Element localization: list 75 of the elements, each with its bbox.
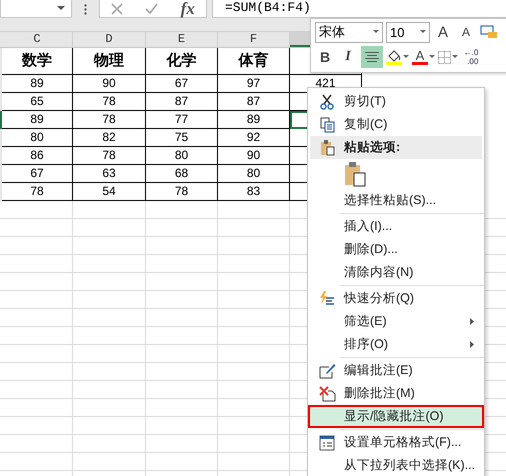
table-cell: 97 [218, 75, 290, 93]
menu-item[interactable]: 插入(I)... [310, 215, 482, 238]
caret-icon [373, 30, 379, 34]
table-cell: 77 [146, 111, 218, 129]
table-cell: 80 [146, 147, 218, 165]
table-cell: 89 [2, 75, 73, 93]
clipboard-icon [344, 161, 366, 187]
shrink-font-button[interactable]: A [456, 21, 476, 43]
menu-item[interactable]: 编辑批注(E) [310, 359, 482, 382]
table-cell: 80 [218, 165, 290, 183]
lightning-list-icon [319, 290, 335, 306]
table-cell: 90 [218, 147, 290, 165]
format-cells-icon [319, 434, 335, 450]
table-cell: 67 [146, 75, 218, 93]
table-cell: 92 [218, 129, 290, 147]
table-cell: 82 [73, 129, 146, 147]
grid-icon [438, 50, 451, 64]
paste-button[interactable] [344, 161, 366, 187]
insert-function-button[interactable]: fx [180, 0, 195, 18]
table-cell: 89 [2, 111, 73, 129]
menu-item[interactable]: 剪切(T) [310, 90, 482, 113]
table-cell: 65 [2, 93, 73, 111]
menu-item[interactable]: 显示/隐藏批注(O) [308, 405, 484, 428]
table-cell: 78 [73, 93, 146, 111]
menu-item[interactable]: 设置单元格格式(F)... [310, 431, 482, 454]
clipboard-icon [320, 139, 334, 156]
caret-icon [420, 30, 426, 34]
table-cell: 68 [146, 165, 218, 183]
table-cell: 78 [73, 147, 146, 165]
menu-header: 粘贴选项: [310, 136, 482, 159]
font-size-select[interactable]: 10 [386, 22, 430, 42]
column-heading: 数学 [2, 48, 73, 75]
paint-bucket-icon [387, 50, 401, 62]
caret-icon [429, 55, 435, 59]
font-color-button[interactable]: A [412, 46, 435, 68]
check-icon[interactable] [145, 3, 158, 14]
menu-item[interactable]: 快速分析(Q) [310, 287, 482, 310]
grip-icon [84, 4, 87, 15]
caret-icon [403, 55, 409, 59]
menu-item[interactable]: 复制(C) [310, 113, 482, 136]
scissors-icon [320, 94, 334, 110]
menu-item[interactable]: 从下拉列表中选择(K)... [310, 454, 482, 476]
caret-icon [452, 55, 458, 59]
table-cell: 90 [73, 75, 146, 93]
table-cell: 75 [146, 129, 218, 147]
table-cell: 87 [146, 93, 218, 111]
font-select[interactable]: 宋体 [315, 22, 383, 42]
formula-field[interactable]: =SUM(B4:F4) [212, 0, 506, 18]
grow-font-button[interactable]: A [433, 21, 453, 43]
align-center-icon [365, 52, 379, 62]
column-heading: 体育 [218, 48, 290, 75]
table-cell: 86 [2, 147, 73, 165]
table-cell: 80 [2, 129, 73, 147]
column-heading: 化学 [146, 48, 218, 75]
table-cell: 78 [73, 111, 146, 129]
table-cell: 89 [218, 111, 290, 129]
table-cell: 67 [2, 165, 73, 183]
menu-item[interactable]: 排序(O) [310, 333, 482, 356]
menu-item[interactable]: 筛选(E) [310, 310, 482, 333]
italic-button[interactable]: I [338, 46, 358, 68]
column-heading: 物理 [73, 48, 146, 75]
copy-icon [320, 116, 334, 132]
center-align-button[interactable] [361, 46, 383, 68]
caret-icon [57, 6, 65, 11]
table-cell: 63 [73, 165, 146, 183]
menu-item[interactable]: 删除批注(M) [310, 382, 482, 405]
table-cell: 87 [218, 93, 290, 111]
format-icon [480, 25, 498, 39]
bold-button[interactable]: B [315, 46, 335, 68]
menu-item[interactable]: 选择性粘贴(S)... [310, 189, 482, 212]
menu-item[interactable]: 清除内容(N) [310, 261, 482, 284]
menu-item[interactable]: 删除(D)... [310, 238, 482, 261]
note-pencil-icon [318, 362, 336, 378]
decimal-button[interactable]: ←.0 .00 [461, 46, 481, 68]
note-cross-icon [318, 386, 336, 402]
